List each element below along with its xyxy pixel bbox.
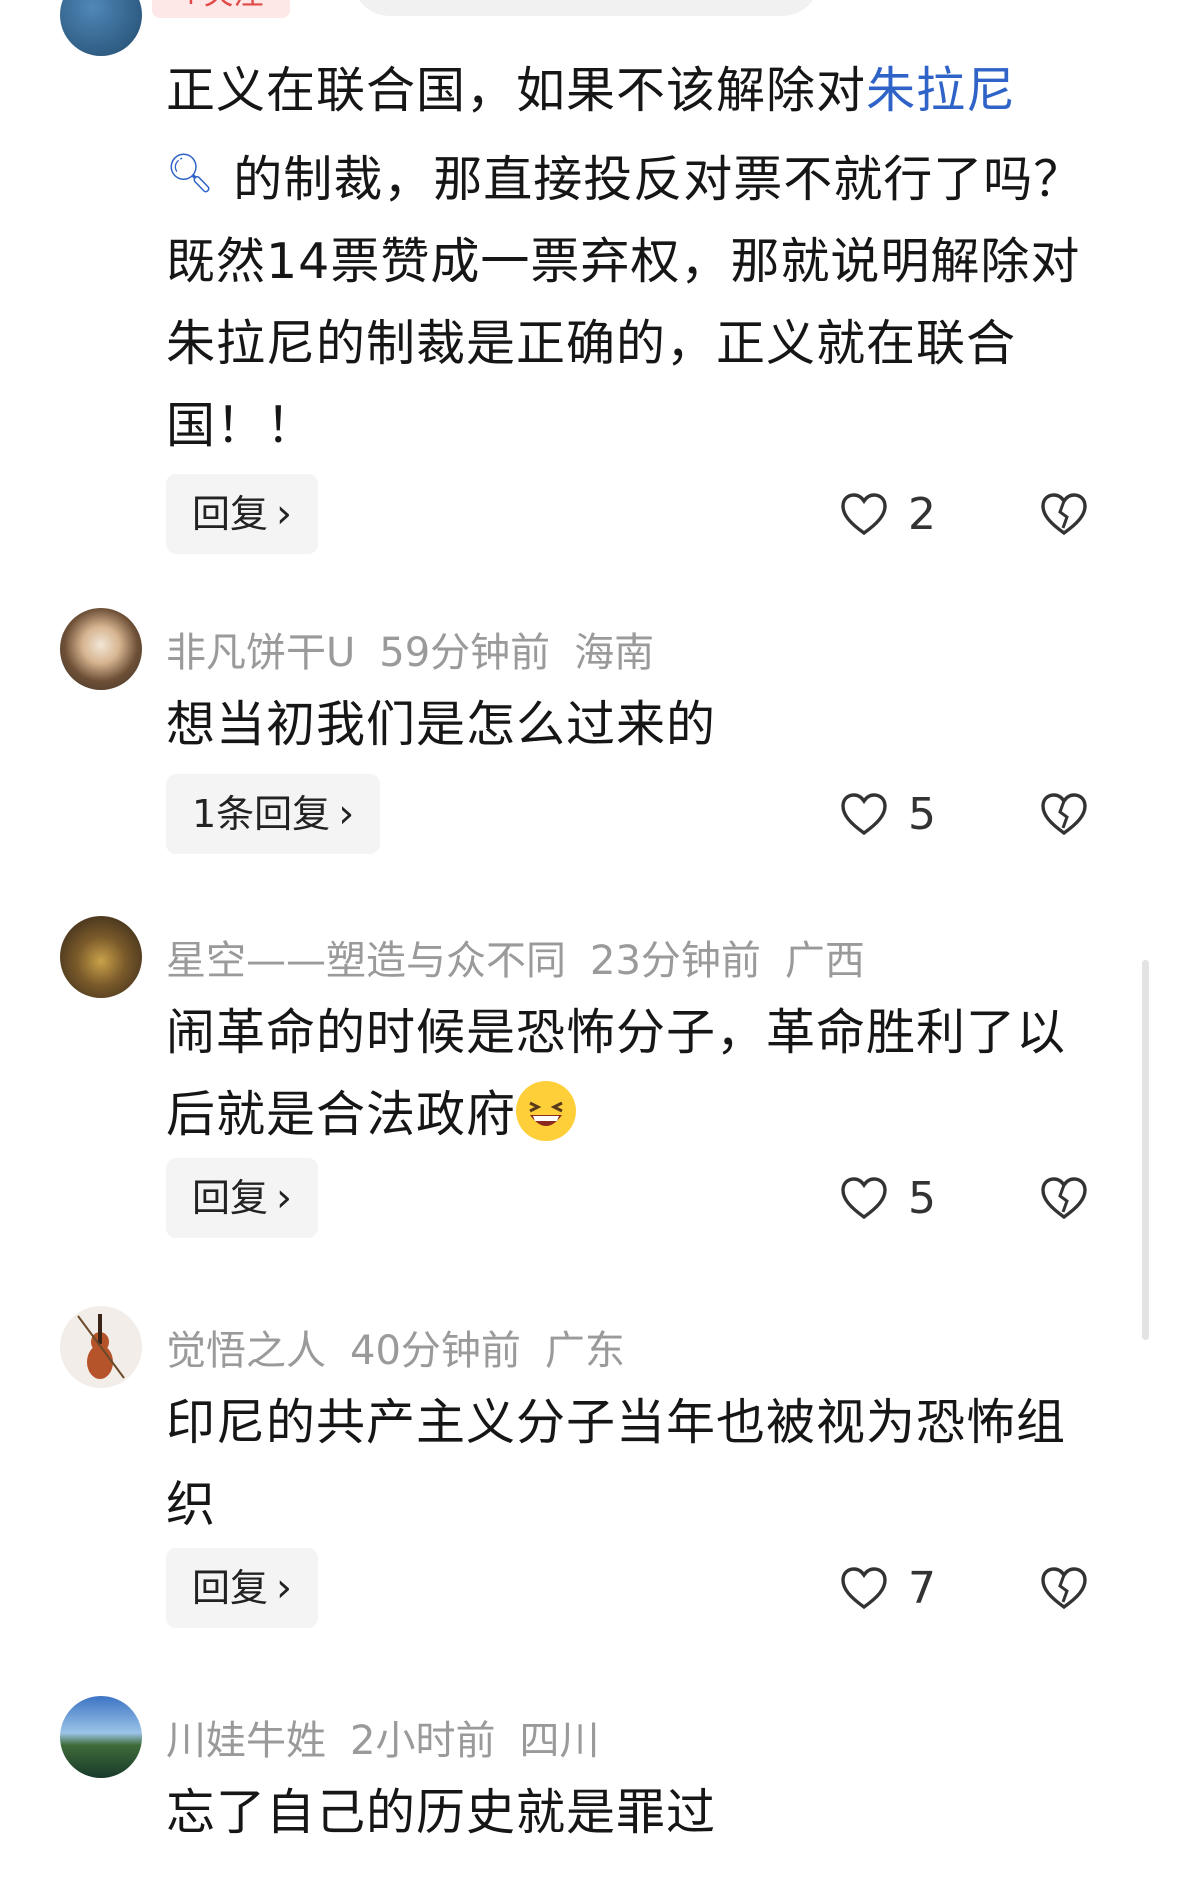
username[interactable]: 觉悟之人 <box>166 1328 326 1374</box>
comment-text-part: 正义在联合国，如果不该解除对 <box>166 62 867 119</box>
username[interactable]: 川娃牛姓 <box>166 1718 326 1764</box>
comment-text: 想当初我们是怎么过来的 <box>166 696 717 753</box>
username[interactable]: 非凡饼干U <box>166 630 355 676</box>
search-icon[interactable]: 🔍︎ <box>166 151 215 195</box>
broken-heart-icon <box>1041 793 1087 836</box>
like-button[interactable]: 5 <box>840 784 936 844</box>
timestamp: 2小时前 <box>350 1718 496 1764</box>
avatar[interactable] <box>60 1306 142 1388</box>
follow-button[interactable]: +关注 <box>152 0 290 18</box>
comment-text: 忘了自己的历史就是罪过 <box>166 1784 717 1841</box>
timestamp: 23分钟前 <box>590 938 761 984</box>
comment-text-part: 的制裁，那直接投反对票不就行了吗？既然14票赞成一票弃权，那就说明解除对朱拉尼的… <box>166 151 1084 454</box>
avatar[interactable] <box>60 608 142 690</box>
reply-label: 回复 <box>192 492 269 536</box>
heart-icon <box>841 1567 887 1610</box>
reply-label: 回复 <box>192 1566 269 1610</box>
like-button[interactable]: 5 <box>840 1168 936 1228</box>
location: 四川 <box>519 1718 600 1764</box>
avatar[interactable] <box>60 0 142 56</box>
reply-label: 回复 <box>192 1176 269 1220</box>
dislike-button[interactable] <box>1040 792 1088 840</box>
like-count: 7 <box>908 1562 936 1614</box>
like-count: 5 <box>908 788 936 840</box>
comment-text-body: 闹革命的时候是恐怖分子，革命胜利了以后就是合法政府 <box>166 1004 1067 1143</box>
broken-heart-icon <box>1041 1177 1087 1220</box>
reply-button[interactable]: 回复 › <box>166 474 319 554</box>
comment-text: 印尼的共产主义分子当年也被视为恐怖组织 <box>166 1394 1067 1533</box>
scrollbar[interactable] <box>1142 960 1149 1340</box>
avatar[interactable] <box>60 1696 142 1778</box>
keyword-link[interactable]: 朱拉尼 <box>866 62 1016 119</box>
comment-meta: 觉悟之人 40分钟前 广东 <box>166 1318 649 1376</box>
dislike-button[interactable] <box>1040 1566 1088 1614</box>
like-count: 5 <box>908 1172 936 1224</box>
avatar[interactable] <box>60 916 142 998</box>
chevron-right-icon: › <box>276 1175 293 1221</box>
timestamp: 59分钟前 <box>379 630 551 676</box>
search-bar[interactable] <box>352 0 820 16</box>
heart-icon <box>841 1177 887 1220</box>
reply-button[interactable]: 回复 › <box>166 1158 319 1238</box>
comment-meta: 非凡饼干U 59分钟前 海南 <box>166 620 678 678</box>
like-count: 2 <box>908 488 936 540</box>
like-button[interactable]: 7 <box>840 1558 936 1618</box>
timestamp: 40分钟前 <box>350 1328 521 1374</box>
reply-button[interactable]: 1条回复 › <box>166 774 381 854</box>
heart-icon <box>841 493 887 536</box>
location: 海南 <box>574 630 655 676</box>
location: 广西 <box>784 938 865 984</box>
violin-icon <box>77 1314 125 1379</box>
reply-button[interactable]: 回复 › <box>166 1548 319 1628</box>
chevron-right-icon: › <box>338 791 355 837</box>
comment-meta: 星空——塑造与众不同 23分钟前 广西 <box>166 928 889 986</box>
comment-text: 正义在联合国，如果不该解除对朱拉尼 🔍︎ 的制裁，那直接投反对票不就行了吗？既然14… <box>166 50 1086 467</box>
heart-icon <box>841 793 887 836</box>
comment-text: 闹革命的时候是恐怖分子，革命胜利了以后就是合法政府 <box>166 992 1086 1156</box>
dislike-button[interactable] <box>1040 1176 1088 1224</box>
dislike-button[interactable] <box>1040 492 1088 540</box>
laughing-emoji <box>516 1081 577 1141</box>
reply-label: 1条回复 <box>192 792 331 836</box>
comment-meta: 川娃牛姓 2小时前 四川 <box>166 1708 623 1766</box>
username[interactable]: 星空——塑造与众不同 <box>166 938 566 984</box>
chevron-right-icon: › <box>276 491 293 537</box>
location: 广东 <box>544 1328 625 1374</box>
like-button[interactable]: 2 <box>840 484 936 544</box>
broken-heart-icon <box>1041 493 1087 536</box>
broken-heart-icon <box>1041 1567 1087 1610</box>
chevron-right-icon: › <box>276 1565 293 1611</box>
